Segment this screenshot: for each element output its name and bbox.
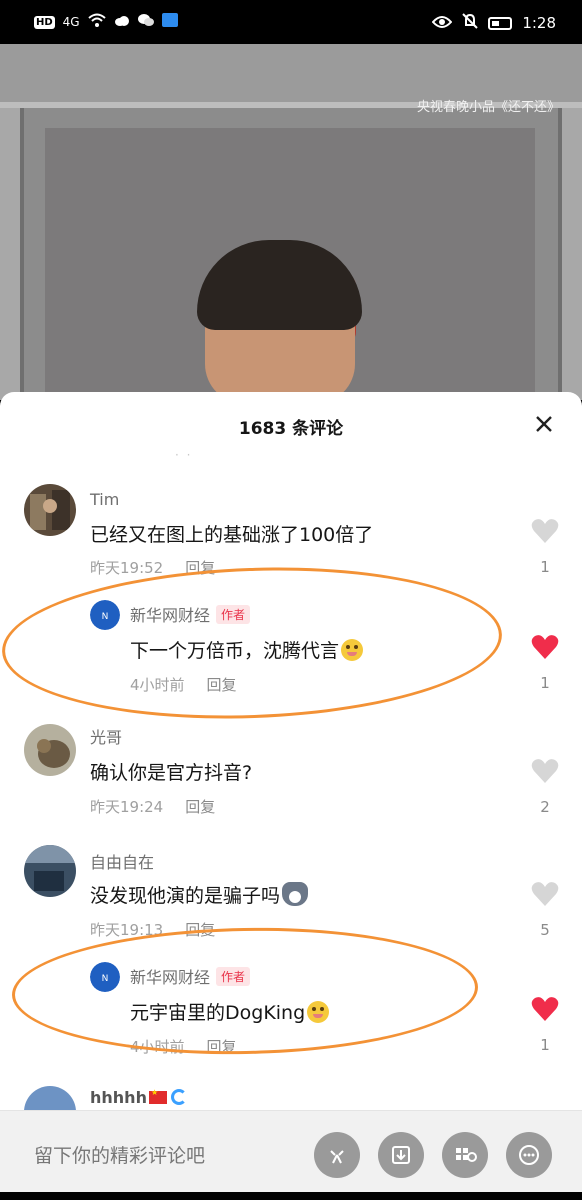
avatar[interactable] — [24, 484, 76, 536]
eye-icon — [431, 14, 453, 32]
reply-button[interactable]: 回复 — [185, 798, 215, 816]
author-badge: 作者 — [216, 605, 251, 624]
reply-text-row: 下一个万倍币，沈腾代言 — [130, 636, 364, 663]
comment-meta: 昨天19:24 回复 — [90, 796, 215, 817]
comment-username[interactable]: hhhhh — [90, 1088, 147, 1107]
flushed-emoji-icon — [307, 1001, 330, 1023]
clock: 1:28 — [522, 14, 556, 32]
logo-text: N — [102, 612, 109, 622]
grid-button[interactable] — [442, 1132, 488, 1178]
mute-bell-icon — [462, 13, 479, 33]
author-badge: 作者 — [216, 967, 251, 986]
like-count: 1 — [540, 558, 550, 576]
like-button[interactable]: 1 — [530, 996, 560, 1054]
like-count: 5 — [540, 921, 550, 939]
signal-4g-icon: 4G — [62, 15, 80, 29]
avatar[interactable]: N — [90, 600, 120, 630]
avatar[interactable] — [24, 845, 76, 897]
close-icon[interactable] — [532, 412, 556, 436]
reply-button[interactable]: 回复 — [185, 921, 215, 939]
cloud-icon — [114, 13, 130, 31]
logo-text: N — [102, 974, 109, 984]
comment-username-row: hhhhh — [90, 1088, 187, 1107]
reply-button[interactable]: 回复 — [207, 676, 237, 694]
reply-username-row: 新华网财经 作者 — [130, 602, 251, 626]
download-button[interactable] — [378, 1132, 424, 1178]
like-button[interactable]: 1 — [530, 634, 560, 692]
comment-input[interactable]: 留下你的精彩评论吧 — [34, 1141, 205, 1168]
comment-username[interactable]: 自由自在 — [90, 849, 154, 873]
status-bar: HD 4G 1:28 — [0, 0, 582, 44]
reply-meta: 4小时前 回复 — [130, 674, 237, 695]
reply-username[interactable]: 新华网财经 — [130, 606, 210, 625]
hd-icon: HD — [34, 15, 55, 29]
heart-icon — [531, 997, 559, 1021]
status-left: HD 4G — [34, 13, 178, 31]
emoji-button[interactable] — [314, 1132, 360, 1178]
video-backdrop — [0, 108, 24, 400]
heart-icon — [531, 759, 559, 783]
battery-icon — [488, 16, 513, 30]
video-caption: 央视春晚小品《还不还》 — [416, 100, 560, 115]
heart-icon — [531, 519, 559, 543]
like-button[interactable]: 2 — [530, 758, 560, 816]
comment-time: 昨天19:24 — [90, 798, 164, 816]
reply-text-row: 元宇宙里的DogKing — [130, 998, 330, 1025]
wechat-icon — [137, 13, 154, 31]
download-icon — [392, 1146, 410, 1164]
reply-meta: 4小时前 回复 — [130, 1036, 237, 1057]
heart-icon — [531, 635, 559, 659]
reply-text: 下一个万倍币，沈腾代言 — [130, 640, 340, 662]
wifi-icon — [87, 13, 106, 31]
avatar[interactable] — [24, 724, 76, 776]
comments-panel: 1683 条评论 · · — [0, 392, 582, 1200]
comment-input-bar: 留下你的精彩评论吧 — [0, 1110, 582, 1192]
comment-meta: 昨天19:52 回复 — [90, 557, 215, 578]
grid-icon — [456, 1148, 477, 1162]
system-nav-strip — [0, 1192, 582, 1200]
app-icon — [161, 13, 178, 31]
mention-icon — [519, 1145, 539, 1165]
reply-text: 元宇宙里的DogKing — [130, 1002, 306, 1024]
comment-username[interactable]: 光哥 — [90, 724, 122, 748]
like-count: 2 — [540, 798, 550, 816]
reply-username-row: 新华网财经 作者 — [130, 964, 251, 988]
reply-time: 4小时前 — [130, 1038, 185, 1056]
comment-username[interactable]: Tim — [90, 490, 119, 509]
avatar[interactable]: N — [90, 962, 120, 992]
comment-text: 没发现他演的是骗子吗 — [90, 885, 281, 907]
comment-text-row: 没发现他演的是骗子吗 — [90, 881, 309, 908]
comment-meta: 昨天19:13 回复 — [90, 919, 215, 940]
reply-button[interactable]: 回复 — [185, 559, 215, 577]
comments-count-title: 1683 条评论 — [238, 419, 344, 439]
comments-header: 1683 条评论 · · — [0, 392, 582, 462]
crescent-icon — [170, 1089, 187, 1105]
reply-username[interactable]: 新华网财经 — [130, 968, 210, 987]
emoji-icon — [330, 1150, 344, 1164]
reply-time: 4小时前 — [130, 676, 185, 694]
reply-button[interactable]: 回复 — [207, 1038, 237, 1056]
like-count: 1 — [540, 674, 550, 692]
comment-text: 已经又在图上的基础涨了100倍了 — [90, 524, 374, 546]
dog-emoji-icon — [282, 882, 309, 906]
faded-text: · · — [175, 448, 193, 462]
like-button[interactable]: 1 — [530, 518, 560, 576]
video-backdrop — [558, 108, 582, 400]
like-count: 1 — [540, 1036, 550, 1054]
china-flag-icon — [148, 1088, 167, 1104]
comment-time: 昨天19:13 — [90, 921, 164, 939]
comment-text: 确认你是官方抖音? — [90, 762, 253, 784]
video-player[interactable]: 央视春晚小品《还不还》 — [0, 44, 582, 400]
mention-button[interactable] — [506, 1132, 552, 1178]
status-right: 1:28 — [431, 13, 556, 33]
heart-icon — [531, 882, 559, 906]
comment-time: 昨天19:52 — [90, 559, 164, 577]
like-button[interactable]: 5 — [530, 881, 560, 939]
flushed-emoji-icon — [341, 639, 364, 661]
